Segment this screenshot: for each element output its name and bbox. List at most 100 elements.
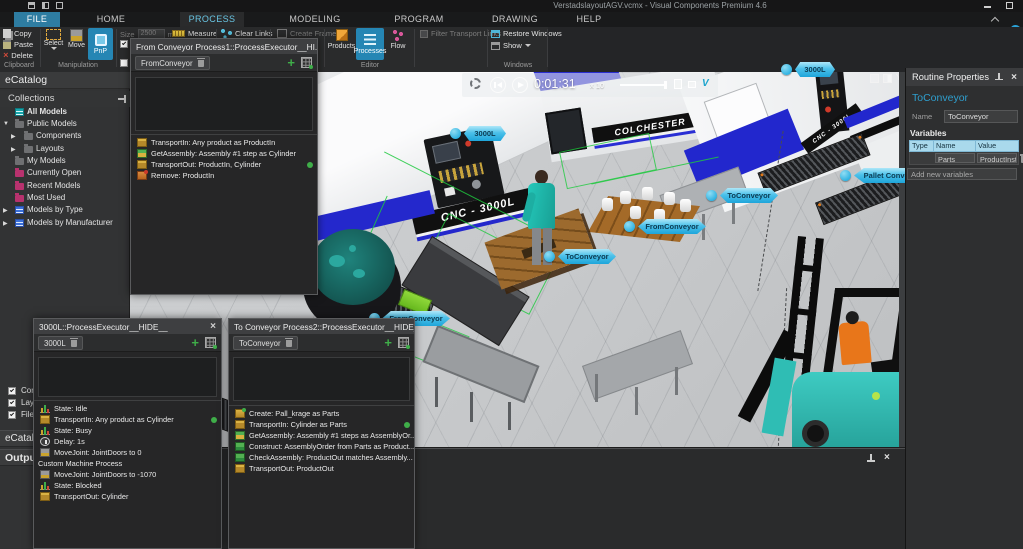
process-step[interactable]: TransportIn: Any product as ProductIn: [131, 137, 317, 148]
variable-row[interactable]: Parts ProductInsta: [909, 152, 1019, 165]
save-icon[interactable]: [28, 2, 35, 9]
record-video-icon[interactable]: [674, 79, 682, 89]
callout-3000l[interactable]: 3000L: [464, 126, 506, 141]
frame-table[interactable]: [422, 324, 540, 404]
process-step[interactable]: CheckAssembly: ProductOut matches Assemb…: [229, 452, 414, 463]
grid-view-icon[interactable]: [301, 57, 313, 69]
component-dot[interactable]: [706, 190, 717, 201]
process-step[interactable]: Create: Pall_krage as Parts: [229, 408, 414, 419]
grid-view-icon[interactable]: [205, 337, 217, 349]
callout-3000l-top[interactable]: 3000L: [795, 62, 835, 77]
close-icon[interactable]: ×: [884, 452, 890, 463]
statement-canvas[interactable]: [233, 357, 410, 401]
filter-transport-links-toggle[interactable]: Filter Transport Links: [420, 29, 501, 38]
panel-title-bar[interactable]: To Conveyor Process2::ProcessExecutor__H…: [229, 319, 414, 334]
redo-icon[interactable]: [56, 2, 63, 9]
maximize-icon[interactable]: [1006, 2, 1013, 9]
panel-title-bar[interactable]: Routine Properties ×: [906, 68, 1023, 86]
add-routine-button[interactable]: +: [384, 335, 392, 350]
tab-program[interactable]: PROGRAM: [388, 12, 450, 27]
tab-process[interactable]: PROCESS: [180, 12, 244, 27]
add-routine-button[interactable]: +: [287, 55, 295, 70]
process-step[interactable]: TransportIn: Cylinder as Parts: [229, 419, 414, 430]
process-step[interactable]: GetAssembly: Assembly #1 steps as Assemb…: [229, 430, 414, 441]
skip-to-start-button[interactable]: [490, 77, 506, 93]
close-icon[interactable]: ×: [210, 321, 216, 332]
routine-tab[interactable]: ToConveyor: [233, 336, 298, 350]
forklift-body[interactable]: [792, 372, 905, 447]
tab-file[interactable]: FILE: [14, 12, 60, 27]
align-checkbox[interactable]: [120, 59, 128, 67]
sidebar-item-components[interactable]: ▶ Components: [0, 130, 130, 142]
process-step[interactable]: MoveJoint: JointDoors to 0: [34, 447, 221, 458]
tab-home[interactable]: HOME: [90, 12, 132, 27]
variable-name[interactable]: Parts: [935, 153, 975, 163]
callout-fromconveyor[interactable]: FromConveyor: [638, 219, 706, 234]
process-step[interactable]: TransportOut: ProductOut: [229, 463, 414, 474]
name-input[interactable]: ToConveyor: [944, 110, 1018, 123]
measure-button[interactable]: Measure: [172, 29, 217, 38]
process-step[interactable]: Remove: ProductIn: [131, 170, 317, 181]
sidebar-item-recent-models[interactable]: Recent Models: [0, 180, 130, 192]
undo-icon[interactable]: [42, 2, 49, 9]
battery-icon[interactable]: [688, 81, 696, 88]
process-step[interactable]: Custom Machine Process: [34, 458, 221, 469]
process-step[interactable]: Delay: 1s: [34, 436, 221, 447]
view-split-icon[interactable]: [883, 74, 892, 83]
panel-title-bar[interactable]: From Conveyor Process1::ProcessExecutor_…: [131, 39, 317, 54]
process-step[interactable]: State: Blocked: [34, 480, 221, 491]
sidebar-item-most-used[interactable]: Most Used: [0, 192, 130, 204]
play-button[interactable]: [512, 77, 528, 93]
component-dot[interactable]: [450, 128, 461, 139]
sidebar-item-currently-open[interactable]: Currently Open: [0, 167, 130, 179]
component-dot[interactable]: [840, 170, 851, 181]
statement-canvas[interactable]: [38, 357, 217, 397]
close-icon[interactable]: ×: [1011, 72, 1017, 83]
process-step[interactable]: State: Busy: [34, 425, 221, 436]
sidebar-item-all-models[interactable]: All Models: [0, 106, 130, 118]
tab-modeling[interactable]: MODELING: [282, 12, 348, 27]
sidebar-item-public-models[interactable]: ▼ Public Models: [0, 118, 130, 130]
show-menu-button[interactable]: Show: [491, 41, 531, 50]
tab-drawing[interactable]: DRAWING: [486, 12, 544, 27]
process-step[interactable]: State: Idle: [34, 403, 221, 414]
sidebar-item-my-models[interactable]: My Models: [0, 155, 130, 167]
process-step[interactable]: Construct: AssemblyOrder from Parts as P…: [229, 441, 414, 452]
component-dot[interactable]: [544, 251, 555, 262]
callout-toconveyor-upper[interactable]: ToConveyor: [720, 188, 778, 203]
gear-icon[interactable]: [470, 78, 481, 89]
routine-tab[interactable]: FromConveyor: [135, 56, 210, 70]
snap-checkbox[interactable]: [120, 40, 128, 48]
checkbox-checked-icon[interactable]: [8, 410, 16, 419]
expand-closed-icon[interactable]: ▶: [3, 220, 8, 227]
restore-windows-button[interactable]: Restore Windows: [491, 29, 562, 38]
routine-tab[interactable]: 3000L: [38, 336, 83, 350]
checkbox-checked-icon[interactable]: [8, 398, 16, 407]
expand-closed-icon[interactable]: ▶: [3, 207, 8, 214]
add-routine-button[interactable]: +: [191, 335, 199, 350]
collapse-ribbon-icon[interactable]: [990, 16, 1000, 26]
trash-icon[interactable]: [284, 337, 293, 347]
add-variable-input[interactable]: Add new variables: [907, 168, 1017, 180]
processes-button[interactable]: Processes: [354, 28, 386, 60]
tab-help[interactable]: HELP: [570, 12, 608, 27]
statement-canvas[interactable]: [135, 77, 313, 131]
pnp-button[interactable]: PnP: [88, 28, 113, 60]
process-step[interactable]: TransportOut: ProductIn, Cylinder: [131, 159, 317, 170]
checkbox-checked-icon[interactable]: [8, 386, 16, 395]
expand-closed-icon[interactable]: ▶: [11, 146, 16, 153]
select-button[interactable]: Select: [42, 29, 65, 50]
grid-view-icon[interactable]: [398, 337, 410, 349]
component-dot[interactable]: [781, 64, 792, 75]
speed-slider[interactable]: [620, 81, 667, 89]
delete-button[interactable]: × Delete: [3, 51, 33, 61]
pin-icon[interactable]: [867, 454, 875, 463]
sidebar-item-models-by-manufacturer[interactable]: ▶ Models by Manufacturer: [0, 217, 130, 229]
process-step[interactable]: MoveJoint: JointDoors to -1070: [34, 469, 221, 480]
sidebar-item-layouts[interactable]: ▶ Layouts: [0, 143, 130, 155]
process-step[interactable]: GetAssembly: Assembly #1 step as Cylinde…: [131, 148, 317, 159]
process-step[interactable]: TransportOut: Cylinder: [34, 491, 221, 502]
filter-checkbox[interactable]: [420, 29, 428, 38]
expand-open-icon[interactable]: ▼: [3, 121, 9, 127]
panel-title-bar[interactable]: 3000L::ProcessExecutor__HIDE__ ×: [34, 319, 221, 334]
